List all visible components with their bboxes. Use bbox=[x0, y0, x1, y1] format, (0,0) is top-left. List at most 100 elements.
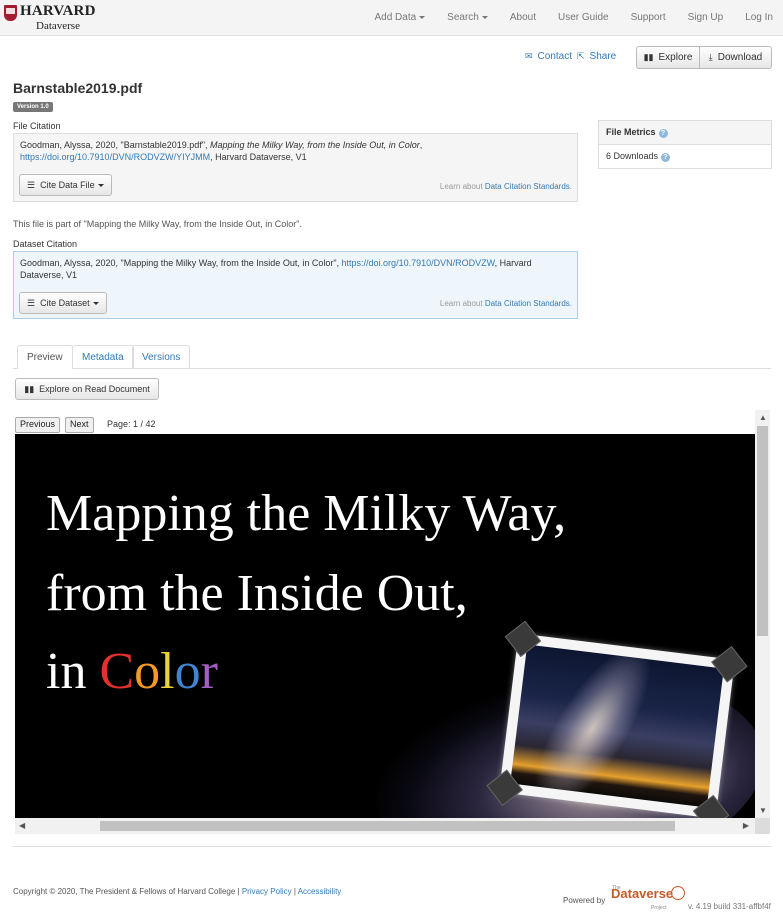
top-navbar: HARVARD Dataverse Add Data Search About … bbox=[0, 0, 783, 36]
milky-way-photo bbox=[486, 620, 748, 818]
learn-citation-standards: Learn about Data Citation Standards. bbox=[440, 181, 572, 193]
next-page-button[interactable]: Next bbox=[65, 417, 94, 433]
nav-support[interactable]: Support bbox=[631, 12, 666, 23]
tab-metadata[interactable]: Metadata bbox=[72, 345, 134, 369]
previous-page-button[interactable]: Previous bbox=[15, 417, 61, 433]
learn-pre-dataset: Learn about bbox=[439, 299, 485, 308]
color-letter: r bbox=[200, 643, 218, 700]
slide-title-line-1: Mapping the Milky Way, bbox=[46, 485, 567, 542]
file-citation-comma: , bbox=[419, 140, 423, 150]
bar-chart-icon: ▮▮ bbox=[643, 52, 654, 62]
citation-standards-link-dataset[interactable]: Data Citation Standards. bbox=[485, 299, 572, 308]
brand-subtitle: Dataverse bbox=[36, 20, 80, 32]
nav-user-guide[interactable]: User Guide bbox=[558, 12, 609, 23]
nav-add-data[interactable]: Add Data bbox=[374, 12, 426, 23]
horizontal-scrollbar[interactable]: ◀ ▶ bbox=[15, 818, 755, 834]
list-icon: ☰ bbox=[27, 180, 36, 190]
color-letter: o bbox=[174, 643, 201, 700]
caret-down-icon bbox=[92, 301, 99, 305]
share-link[interactable]: ⇱ Share bbox=[577, 51, 616, 62]
cite-dataset-label: Cite Dataset bbox=[40, 298, 90, 308]
explore-read-document-label: Explore on Read Document bbox=[39, 384, 150, 394]
dataverse-logo-project: Project bbox=[651, 905, 667, 911]
cite-dataset-button[interactable]: ☰ Cite Dataset bbox=[19, 292, 107, 314]
dataset-doi-link[interactable]: https://doi.org/10.7910/DVN/RODVZW bbox=[342, 258, 495, 268]
cite-data-file-label: Cite Data File bbox=[40, 180, 95, 190]
color-letter: o bbox=[134, 643, 161, 700]
horizontal-scroll-thumb[interactable] bbox=[100, 821, 675, 831]
list-icon: ☰ bbox=[27, 298, 36, 308]
footer-divider bbox=[13, 846, 771, 847]
harvard-dataverse-logo[interactable]: HARVARD Dataverse bbox=[4, 3, 96, 32]
nav-search-label: Search bbox=[447, 12, 479, 23]
dataverse-logo-icon bbox=[671, 886, 685, 900]
share-label: Share bbox=[589, 51, 617, 62]
contact-link[interactable]: ✉ Contact bbox=[525, 51, 572, 62]
learn-pre: Learn about bbox=[439, 182, 485, 191]
scroll-up-icon[interactable]: ▲ bbox=[759, 413, 767, 422]
nav-log-in[interactable]: Log In bbox=[745, 12, 773, 23]
scroll-right-icon[interactable]: ▶ bbox=[743, 821, 749, 830]
nav-sign-up[interactable]: Sign Up bbox=[688, 12, 724, 23]
download-button[interactable]: ⤓ Download bbox=[699, 46, 772, 69]
learn-citation-standards-dataset: Learn about Data Citation Standards. bbox=[440, 298, 572, 310]
download-label: Download bbox=[717, 52, 763, 63]
vertical-scroll-thumb[interactable] bbox=[757, 426, 768, 636]
build-version: v. 4.19 build 331-affbf4f bbox=[688, 902, 771, 911]
dataset-citation-pre: Goodman, Alyssa, 2020, "Mapping the Milk… bbox=[20, 258, 342, 268]
download-icon: ⤓ bbox=[708, 52, 713, 62]
envelope-icon: ✉ bbox=[525, 51, 533, 61]
nav-add-data-label: Add Data bbox=[374, 12, 417, 23]
powered-by-label: Powered by bbox=[563, 896, 606, 905]
color-letter: l bbox=[160, 643, 175, 700]
file-citation-title: Mapping the Milky Way, from the Inside O… bbox=[210, 140, 420, 150]
dataset-citation-text: Goodman, Alyssa, 2020, "Mapping the Milk… bbox=[20, 257, 571, 281]
citation-standards-link[interactable]: Data Citation Standards. bbox=[485, 182, 572, 191]
downloads-label: 6 Downloads bbox=[606, 151, 659, 161]
file-citation-box: Goodman, Alyssa, 2020, "Barnstable2019.p… bbox=[13, 133, 578, 202]
scroll-left-icon[interactable]: ◀ bbox=[19, 821, 25, 830]
pdf-preview-viewer[interactable]: Mapping the Milky Way, from the Inside O… bbox=[15, 434, 755, 818]
milky-way-photo-image bbox=[510, 644, 724, 808]
tab-preview[interactable]: Preview bbox=[17, 345, 73, 369]
milky-band bbox=[512, 644, 673, 808]
caret-down-icon bbox=[97, 183, 104, 187]
bar-chart-icon: ▮▮ bbox=[24, 383, 35, 394]
help-icon[interactable]: ? bbox=[658, 129, 668, 138]
cite-data-file-button[interactable]: ☰ Cite Data File bbox=[19, 174, 112, 196]
scrollbar-corner bbox=[755, 818, 770, 834]
file-citation-label: File Citation bbox=[13, 121, 61, 131]
main-nav: Add Data Search About User Guide Support… bbox=[352, 12, 773, 23]
explore-button[interactable]: ▮▮ Explore bbox=[636, 46, 700, 69]
explore-label: Explore bbox=[658, 52, 693, 63]
harvard-shield-icon bbox=[4, 5, 17, 21]
page-indicator: Page: 1 / 42 bbox=[107, 419, 156, 429]
share-icon: ⇱ bbox=[577, 51, 585, 61]
vertical-scrollbar[interactable]: ▲ ▼ bbox=[755, 410, 770, 818]
copyright-label: Copyright © 2020, The President & Fellow… bbox=[13, 887, 242, 896]
privacy-policy-link[interactable]: Privacy Policy bbox=[242, 887, 292, 896]
nav-about[interactable]: About bbox=[510, 12, 536, 23]
caret-down-icon bbox=[481, 15, 488, 19]
dataverse-project-logo[interactable]: Dataverse bbox=[611, 886, 673, 901]
file-title: Barnstable2019.pdf bbox=[13, 80, 143, 96]
scroll-down-icon[interactable]: ▼ bbox=[759, 806, 767, 815]
file-metrics-title: File Metrics bbox=[606, 127, 656, 137]
part-of-dataset-text: This file is part of "Mapping the Milky … bbox=[13, 219, 302, 229]
dataset-citation-label: Dataset Citation bbox=[13, 239, 78, 249]
brand-name: HARVARD bbox=[20, 3, 96, 19]
contact-label: Contact bbox=[537, 51, 573, 62]
copyright-text: Copyright © 2020, The President & Fellow… bbox=[13, 887, 341, 896]
dataset-citation-box: Goodman, Alyssa, 2020, "Mapping the Milk… bbox=[13, 251, 578, 319]
slide-title-in: in bbox=[46, 643, 100, 700]
nav-search[interactable]: Search bbox=[447, 12, 488, 23]
version-badge: Version 1.0 bbox=[13, 102, 53, 112]
accessibility-link[interactable]: Accessibility bbox=[298, 887, 342, 896]
file-citation-text: Goodman, Alyssa, 2020, "Barnstable2019.p… bbox=[20, 139, 571, 163]
file-citation-pre: Goodman, Alyssa, 2020, "Barnstable2019.p… bbox=[20, 140, 211, 150]
tab-versions[interactable]: Versions bbox=[132, 345, 191, 369]
explore-read-document-button[interactable]: ▮▮ Explore on Read Document bbox=[15, 378, 159, 400]
file-doi-link[interactable]: https://doi.org/10.7910/DVN/RODVZW/YIYJM… bbox=[20, 152, 210, 162]
help-icon[interactable]: ? bbox=[661, 153, 671, 162]
file-citation-post: , Harvard Dataverse, V1 bbox=[210, 152, 307, 162]
